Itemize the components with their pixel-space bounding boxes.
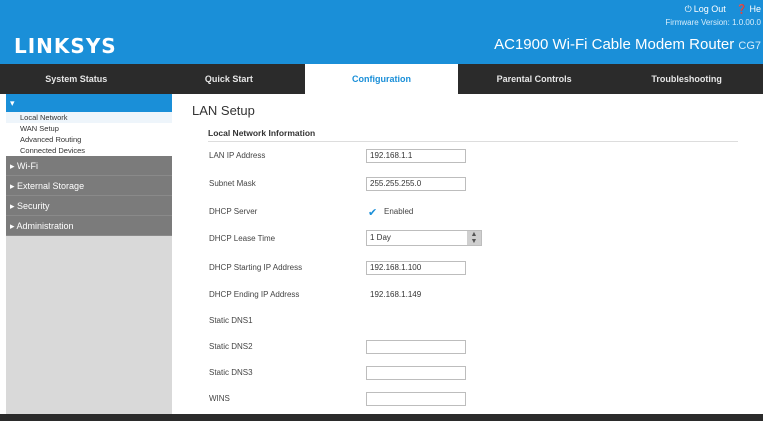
dhcp-end-ip-label: DHCP Ending IP Address: [209, 290, 300, 299]
collapsed-icon: ▸: [10, 181, 18, 191]
sidebar-item-local-network[interactable]: Local Network: [6, 112, 172, 123]
dhcp-end-ip-input[interactable]: 192.168.1.149: [366, 288, 466, 302]
sidebar-item-wan-setup[interactable]: WAN Setup: [6, 123, 172, 134]
footer-bar: [0, 414, 763, 421]
wins-label: WINS: [209, 394, 230, 403]
dhcp-start-ip-label: DHCP Starting IP Address: [209, 263, 303, 272]
tab-system-status[interactable]: System Status: [0, 64, 153, 94]
dhcp-enabled-checkbox[interactable]: ✔: [368, 206, 377, 219]
dropdown-arrows-icon[interactable]: ▲ ▼: [467, 231, 481, 245]
static-dns1-input[interactable]: [366, 314, 466, 328]
lan-ip-input[interactable]: 192.168.1.1: [366, 149, 466, 163]
firmware-version: Firmware Version: 1.0.00.0: [665, 18, 761, 27]
router-model: CG7: [738, 40, 761, 52]
static-dns2-label: Static DNS2: [209, 342, 253, 351]
dhcp-lease-time-value: 1 Day: [370, 233, 391, 242]
static-dns1-label: Static DNS1: [209, 316, 253, 325]
sidebar-group-external-storage[interactable]: ▸ External Storage: [6, 176, 172, 196]
tab-troubleshooting[interactable]: Troubleshooting: [610, 64, 763, 94]
collapsed-icon: ▸: [10, 201, 18, 211]
sidebar-empty-area: [6, 236, 172, 336]
section-divider: [208, 141, 738, 142]
dhcp-server-label: DHCP Server: [209, 207, 258, 216]
help-link[interactable]: ❓ He: [736, 4, 761, 14]
dhcp-lease-time-select[interactable]: 1 Day ▲ ▼: [366, 230, 482, 246]
subnet-mask-label: Subnet Mask: [209, 179, 256, 188]
page-title: LAN Setup: [192, 103, 255, 118]
sidebar: ▾ Local Network WAN Setup Advanced Routi…: [6, 94, 172, 414]
help-icon: ❓: [736, 4, 748, 14]
subnet-mask-input[interactable]: 255.255.255.0: [366, 177, 466, 191]
linksys-logo: LINKSYS: [14, 34, 117, 58]
dhcp-start-ip-input[interactable]: 192.168.1.100: [366, 261, 466, 275]
sidebar-group-security[interactable]: ▸ Security: [6, 196, 172, 216]
sidebar-item-connected-devices[interactable]: Connected Devices: [6, 145, 172, 156]
static-dns2-input[interactable]: [366, 340, 466, 354]
collapsed-icon: ▸: [10, 161, 18, 171]
header-links: ⏻ Log Out ❓ He: [677, 4, 761, 15]
section-title: Local Network Information: [208, 128, 316, 138]
main-content: LAN Setup Local Network Information LAN …: [178, 94, 763, 412]
sidebar-group-administration[interactable]: ▸ Administration: [6, 216, 172, 236]
router-name: AC1900 Wi-Fi Cable Modem Router CG7: [494, 36, 761, 53]
header-bar: LINKSYS ⏻ Log Out ❓ He Firmware Version: 1…: [0, 0, 763, 64]
logout-link[interactable]: ⏻ Log Out: [685, 4, 726, 14]
sidebar-item-advanced-routing[interactable]: Advanced Routing: [6, 134, 172, 145]
wins-input[interactable]: [366, 392, 466, 406]
expand-icon: ▾: [10, 98, 15, 108]
tab-quick-start[interactable]: Quick Start: [153, 64, 306, 94]
tab-parental-controls[interactable]: Parental Controls: [458, 64, 611, 94]
dhcp-lease-time-label: DHCP Lease Time: [209, 234, 276, 243]
dhcp-enabled-label: Enabled: [384, 207, 414, 216]
static-dns3-input[interactable]: [366, 366, 466, 380]
sidebar-group-wifi[interactable]: ▸ Wi-Fi: [6, 156, 172, 176]
main-nav-tabs: System Status Quick Start Configuration …: [0, 64, 763, 94]
power-icon: ⏻: [684, 4, 692, 14]
static-dns3-label: Static DNS3: [209, 368, 253, 377]
tab-configuration[interactable]: Configuration: [305, 64, 458, 94]
sidebar-section-lan[interactable]: ▾: [6, 94, 172, 112]
lan-ip-label: LAN IP Address: [209, 151, 266, 160]
